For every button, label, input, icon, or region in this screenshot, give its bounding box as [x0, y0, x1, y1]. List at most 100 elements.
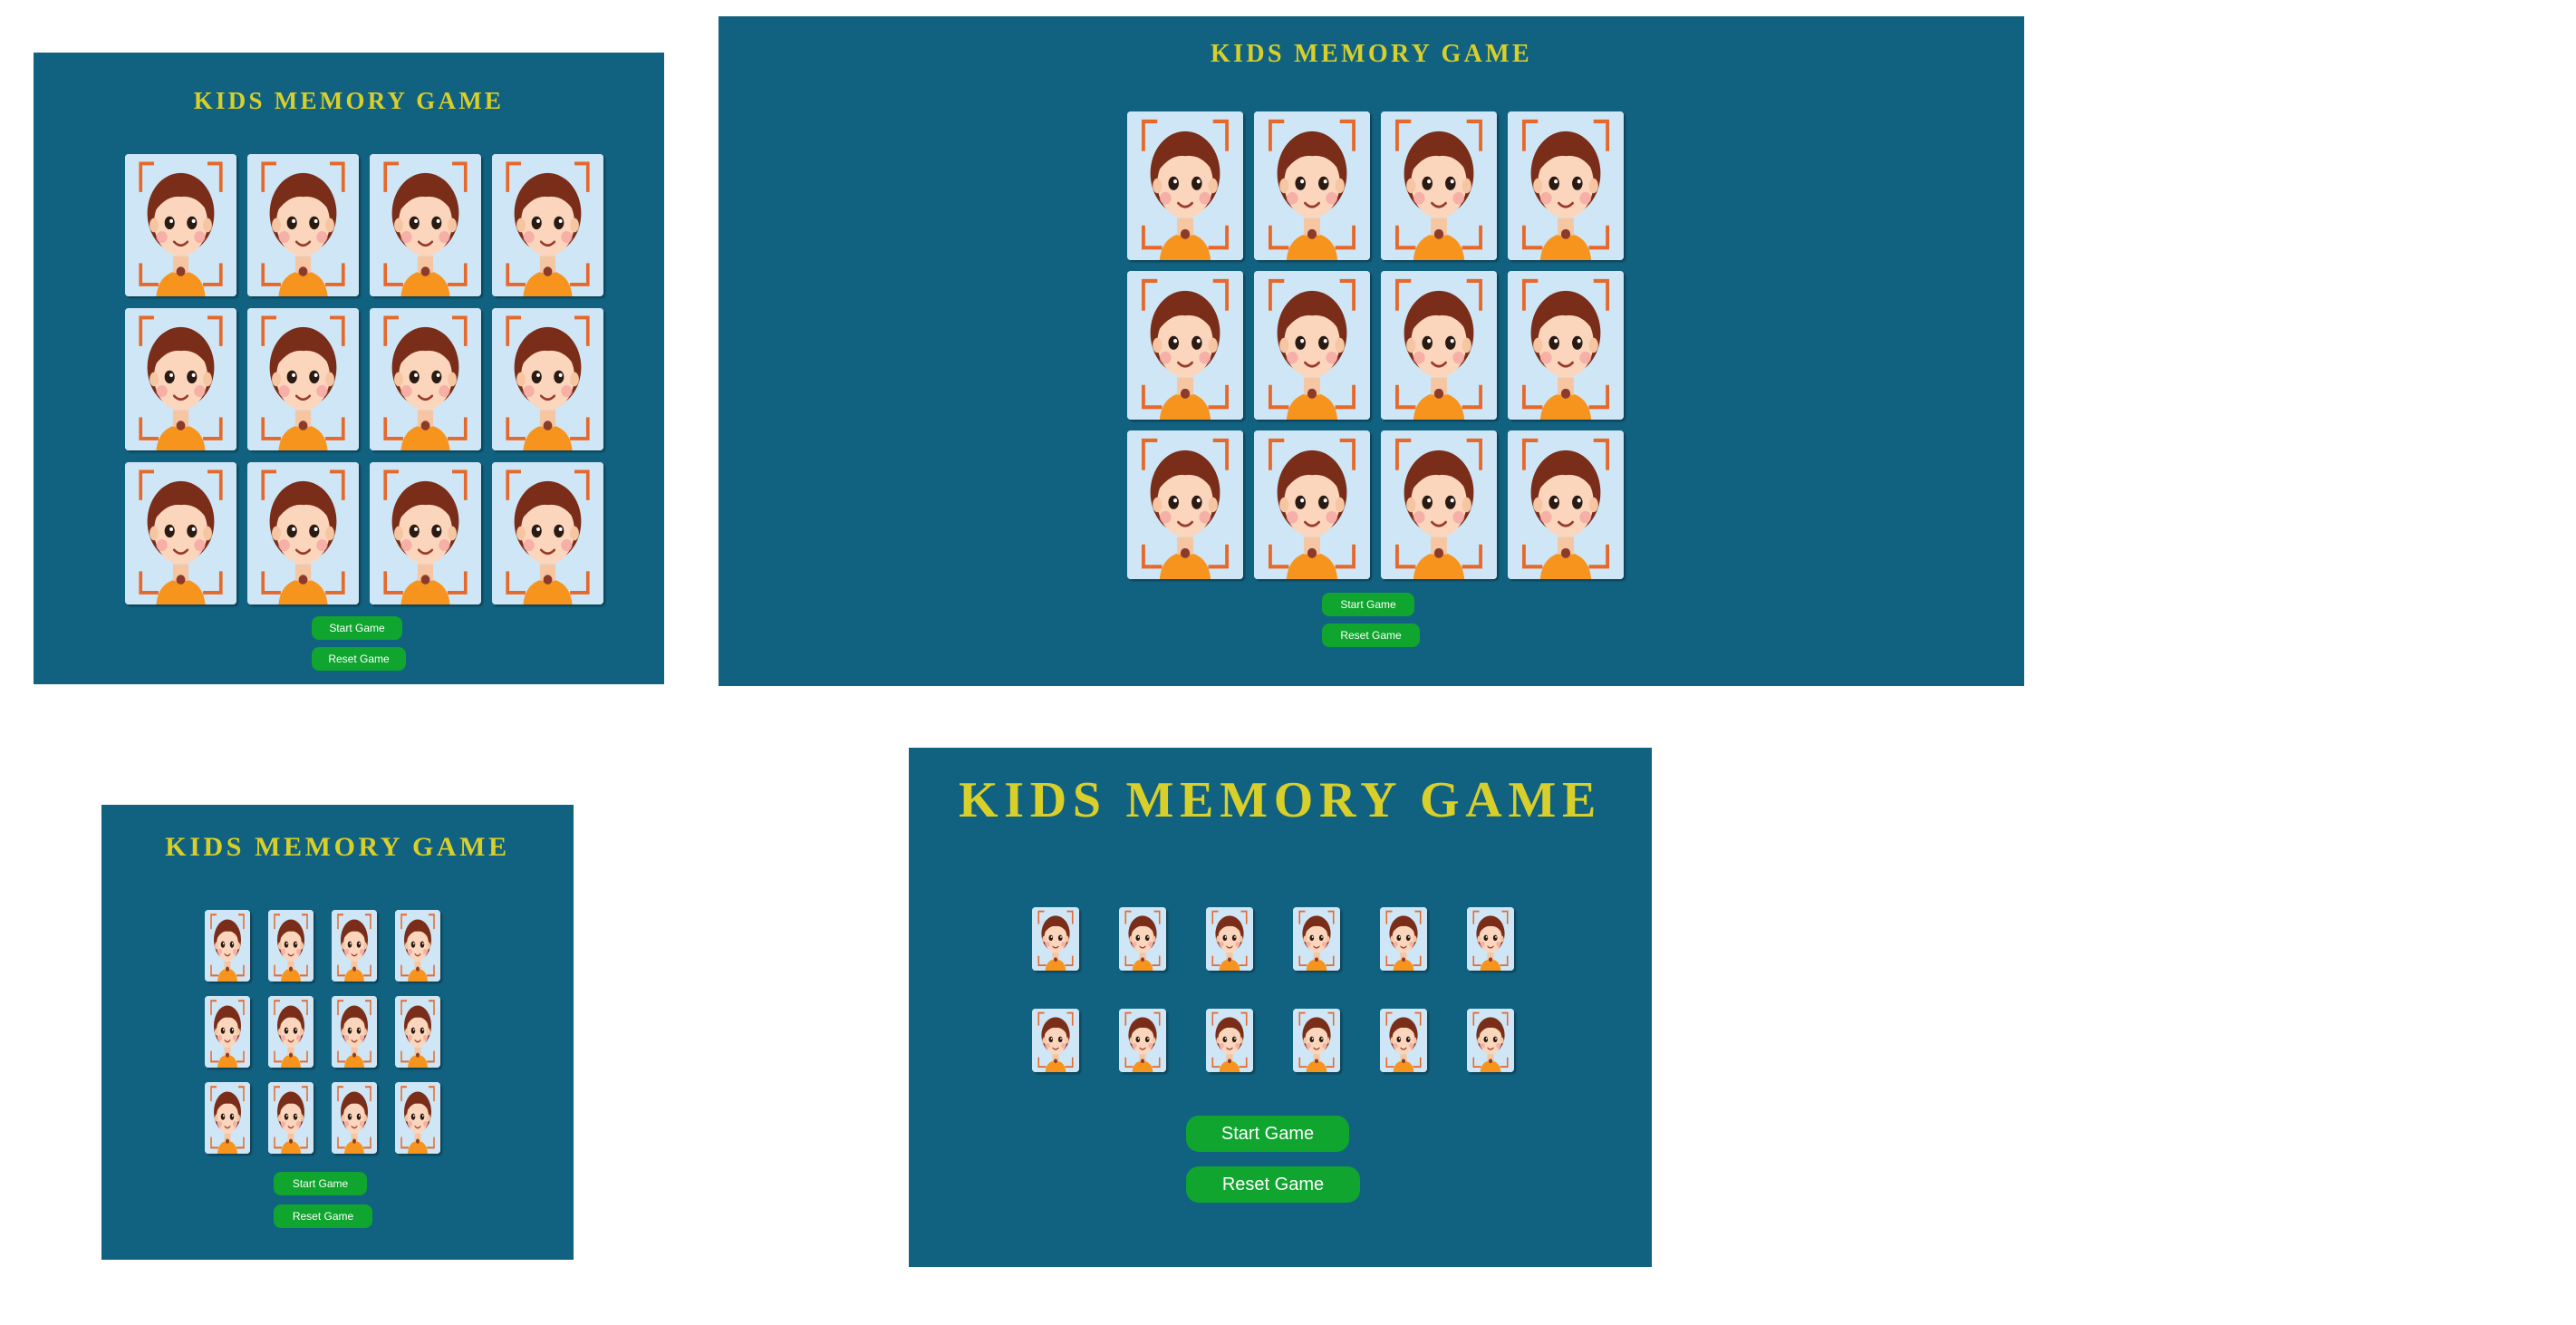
card-grid — [1032, 907, 1514, 1072]
memory-card[interactable] — [1467, 1009, 1514, 1072]
kid-face-icon — [492, 154, 603, 296]
memory-card[interactable] — [1293, 907, 1340, 971]
kid-face-icon — [1119, 907, 1166, 971]
memory-card[interactable] — [1119, 907, 1166, 971]
memory-card[interactable] — [1254, 430, 1370, 579]
kid-face-icon — [332, 1082, 377, 1154]
page-title: KIDS MEMORY GAME — [1210, 40, 1533, 68]
memory-card[interactable] — [492, 462, 603, 604]
memory-card[interactable] — [1380, 1009, 1427, 1072]
kid-face-icon — [492, 462, 603, 604]
memory-card[interactable] — [1127, 430, 1243, 579]
memory-card[interactable] — [1467, 907, 1514, 971]
kid-face-icon — [1032, 907, 1079, 971]
memory-card[interactable] — [1032, 907, 1079, 971]
kid-face-icon — [1206, 1009, 1253, 1072]
page-title: KIDS MEMORY GAME — [958, 772, 1603, 828]
kid-face-icon — [1381, 271, 1497, 420]
reset-game-button[interactable]: Reset Game — [1186, 1166, 1360, 1203]
memory-card[interactable] — [205, 910, 250, 982]
reset-game-button[interactable]: Reset Game — [1322, 624, 1420, 647]
memory-card[interactable] — [332, 910, 377, 982]
kid-face-icon — [268, 910, 314, 982]
card-grid — [125, 154, 603, 604]
kid-face-icon — [268, 996, 314, 1068]
memory-card[interactable] — [247, 308, 359, 450]
kid-face-icon — [1467, 907, 1514, 971]
kid-face-icon — [395, 910, 440, 982]
card-grid — [205, 910, 440, 1154]
memory-card[interactable] — [370, 154, 481, 296]
start-game-button[interactable]: Start Game — [1186, 1116, 1349, 1152]
memory-card[interactable] — [1127, 271, 1243, 420]
memory-card[interactable] — [370, 308, 481, 450]
kid-face-icon — [1254, 430, 1370, 579]
kid-face-icon — [125, 308, 236, 450]
memory-card[interactable] — [1381, 111, 1497, 260]
memory-card[interactable] — [1032, 1009, 1079, 1072]
card-grid — [1127, 111, 1624, 579]
start-game-button[interactable]: Start Game — [312, 616, 402, 640]
memory-card[interactable] — [1254, 111, 1370, 260]
kid-face-icon — [1206, 907, 1253, 971]
game-panel-a: KIDS MEMORY GAME Start Game Reset Game — [34, 53, 664, 684]
kid-face-icon — [370, 308, 481, 450]
kid-face-icon — [247, 154, 359, 296]
kid-face-icon — [1381, 430, 1497, 579]
kid-face-icon — [332, 996, 377, 1068]
kid-face-icon — [268, 1082, 314, 1154]
kid-face-icon — [1293, 1009, 1340, 1072]
memory-card[interactable] — [247, 154, 359, 296]
memory-card[interactable] — [332, 1082, 377, 1154]
kid-face-icon — [1032, 1009, 1079, 1072]
kid-face-icon — [1127, 111, 1243, 260]
page-title: KIDS MEMORY GAME — [193, 87, 505, 114]
memory-card[interactable] — [268, 1082, 314, 1154]
memory-card[interactable] — [1508, 430, 1624, 579]
memory-card[interactable] — [205, 996, 250, 1068]
memory-card[interactable] — [268, 910, 314, 982]
start-game-button[interactable]: Start Game — [1322, 593, 1414, 616]
game-panel-d: KIDS MEMORY GAME Start Game Reset Game — [909, 748, 1652, 1267]
memory-card[interactable] — [1380, 907, 1427, 971]
game-panel-b: KIDS MEMORY GAME Start Game Reset Game — [719, 16, 2024, 686]
memory-card[interactable] — [492, 154, 603, 296]
kid-face-icon — [1127, 430, 1243, 579]
memory-card[interactable] — [1508, 271, 1624, 420]
memory-card[interactable] — [1508, 111, 1624, 260]
memory-card[interactable] — [395, 910, 440, 982]
kid-face-icon — [247, 462, 359, 604]
reset-game-button[interactable]: Reset Game — [274, 1204, 372, 1228]
memory-card[interactable] — [395, 1082, 440, 1154]
memory-card[interactable] — [1381, 271, 1497, 420]
kid-face-icon — [205, 1082, 250, 1154]
kid-face-icon — [125, 462, 236, 604]
reset-game-button[interactable]: Reset Game — [312, 647, 406, 671]
kid-face-icon — [1508, 430, 1624, 579]
memory-card[interactable] — [1206, 1009, 1253, 1072]
memory-card[interactable] — [1206, 907, 1253, 971]
kid-face-icon — [1508, 271, 1624, 420]
memory-card[interactable] — [125, 308, 236, 450]
memory-card[interactable] — [205, 1082, 250, 1154]
kid-face-icon — [247, 308, 359, 450]
memory-card[interactable] — [395, 996, 440, 1068]
memory-card[interactable] — [492, 308, 603, 450]
memory-card[interactable] — [332, 996, 377, 1068]
game-panel-c: KIDS MEMORY GAME Start Game Reset Game — [101, 805, 574, 1260]
memory-card[interactable] — [125, 154, 236, 296]
memory-card[interactable] — [1127, 111, 1243, 260]
memory-card[interactable] — [1293, 1009, 1340, 1072]
memory-card[interactable] — [125, 462, 236, 604]
memory-card[interactable] — [1381, 430, 1497, 579]
kid-face-icon — [332, 910, 377, 982]
kid-face-icon — [1254, 271, 1370, 420]
kid-face-icon — [1127, 271, 1243, 420]
memory-card[interactable] — [268, 996, 314, 1068]
memory-card[interactable] — [1119, 1009, 1166, 1072]
kid-face-icon — [395, 1082, 440, 1154]
start-game-button[interactable]: Start Game — [274, 1172, 367, 1195]
memory-card[interactable] — [247, 462, 359, 604]
memory-card[interactable] — [1254, 271, 1370, 420]
memory-card[interactable] — [370, 462, 481, 604]
